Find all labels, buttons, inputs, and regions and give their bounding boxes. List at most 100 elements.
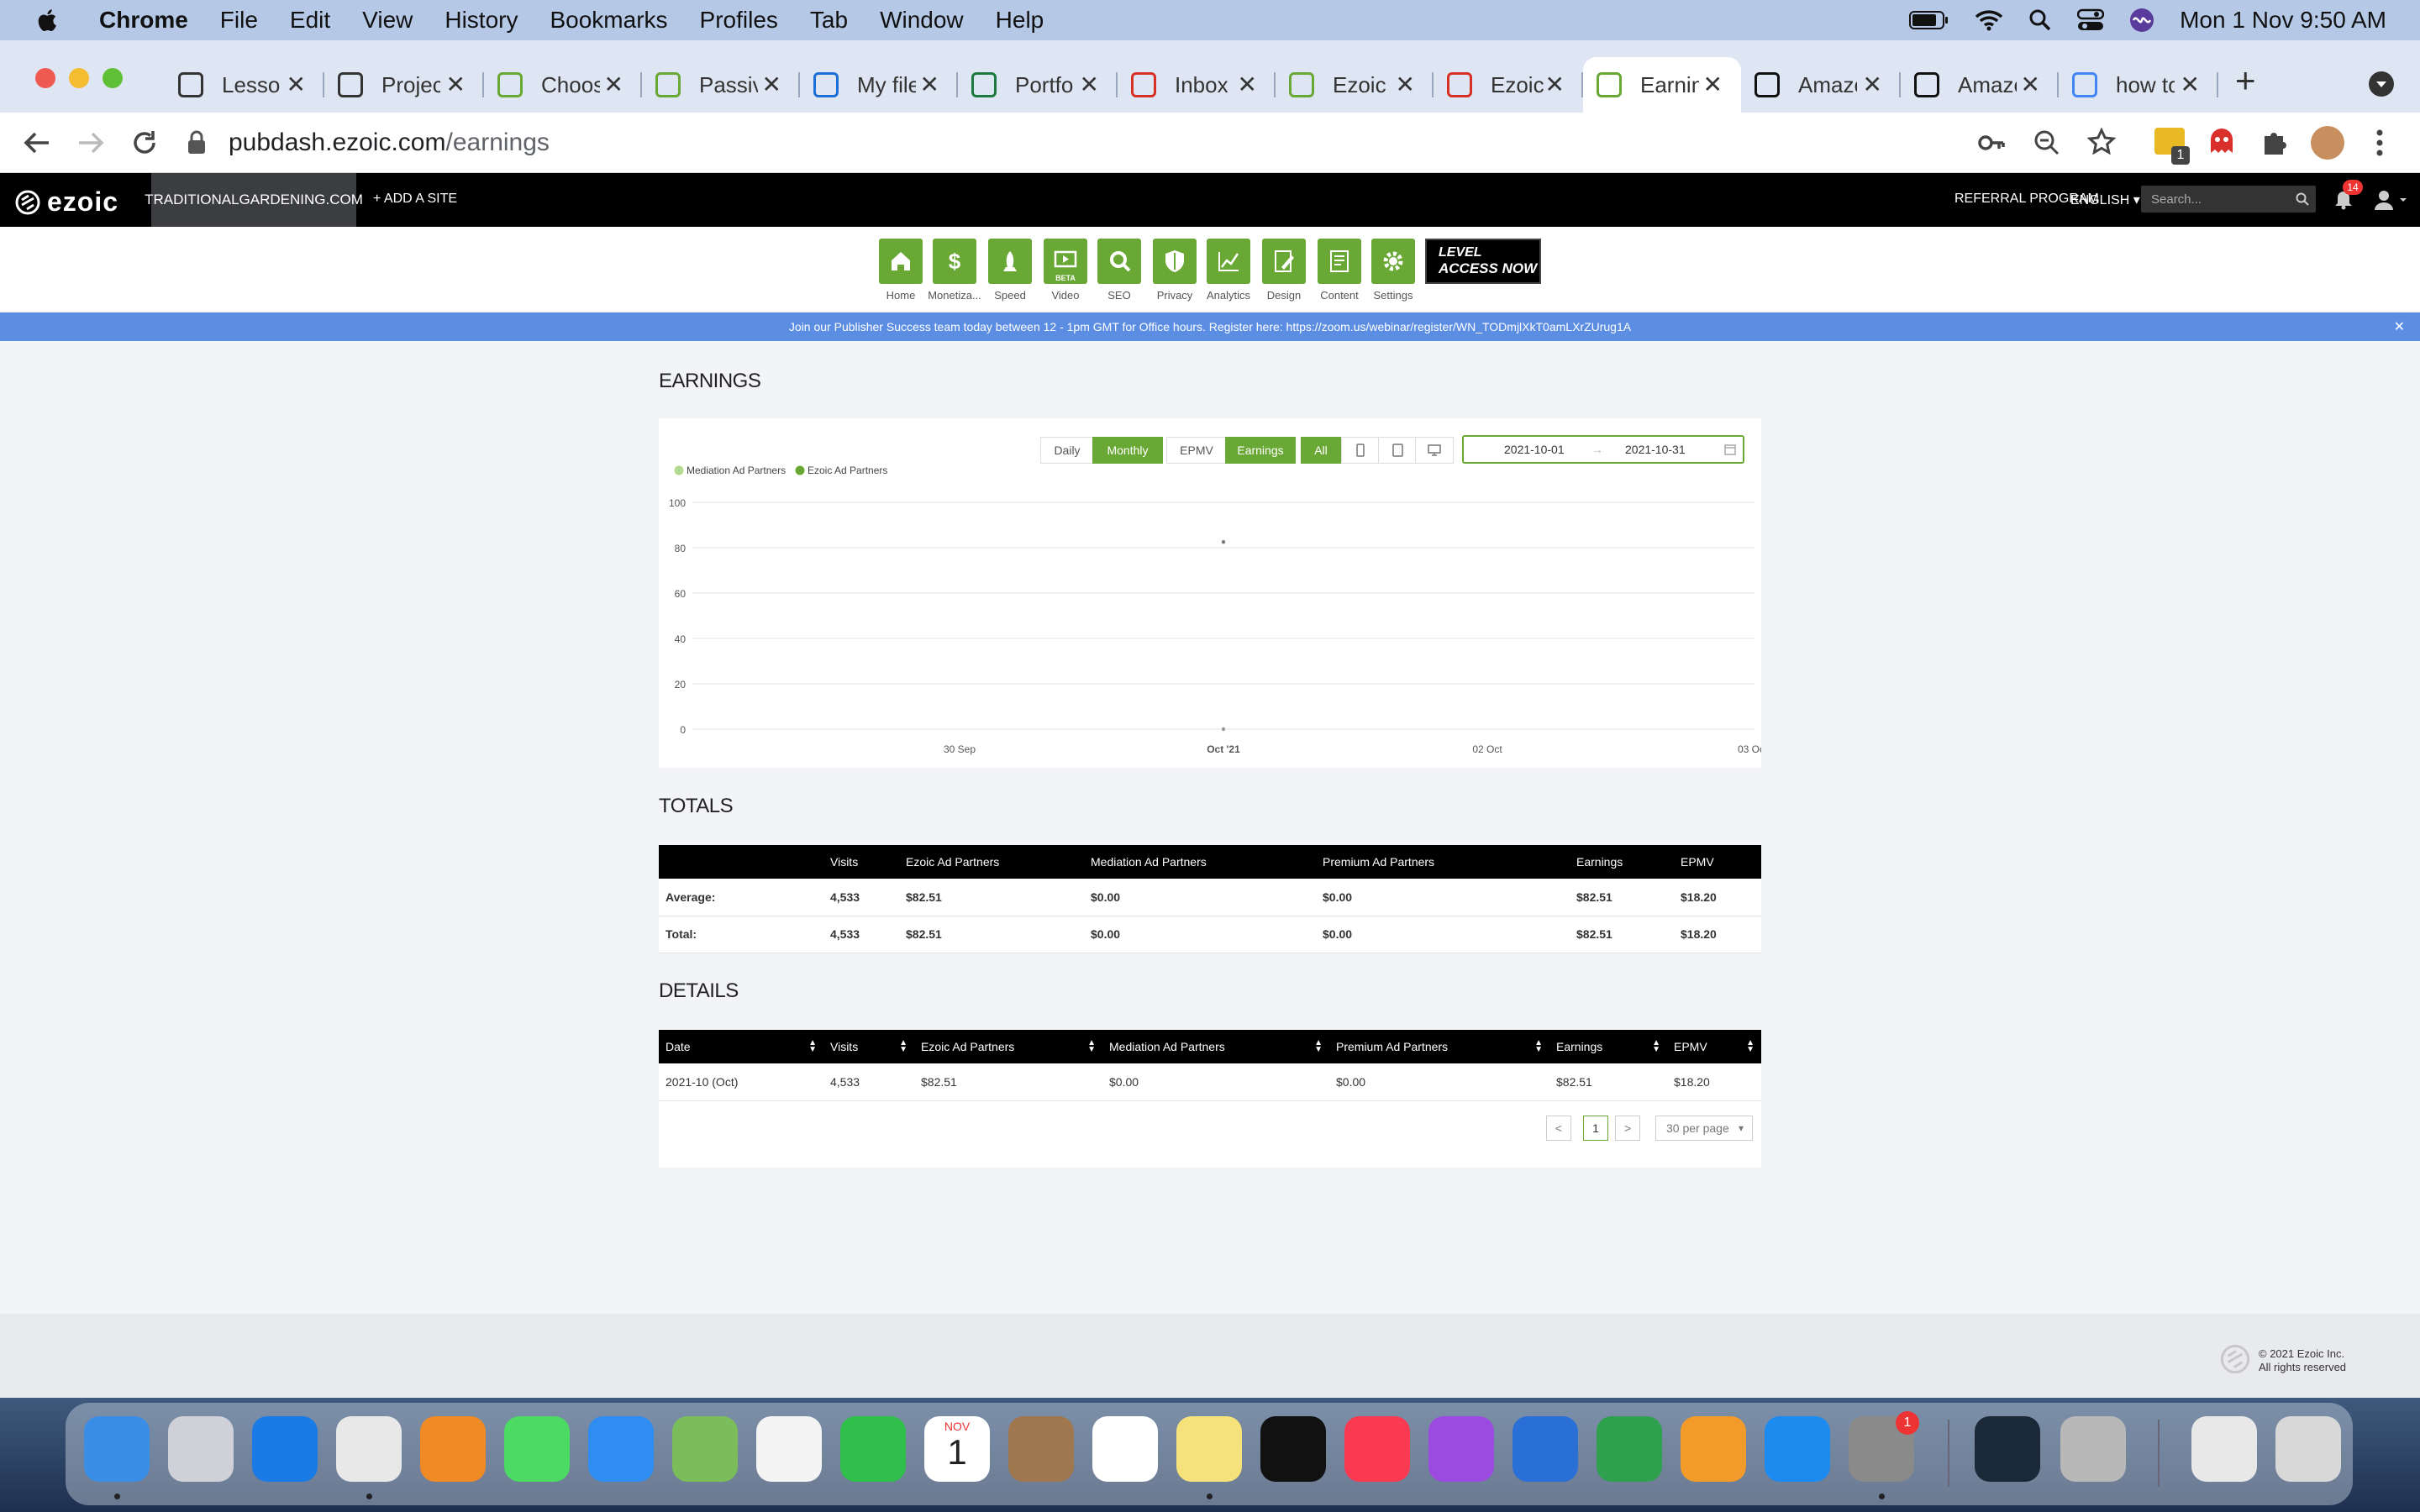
tab-close-icon[interactable]: ✕ (446, 72, 466, 97)
ezoic-logo[interactable]: ezoic (15, 186, 118, 218)
menu-app-name[interactable]: Chrome (99, 7, 188, 34)
browser-tab[interactable]: Inbox ✕ (1118, 57, 1276, 113)
dock-trash-icon[interactable] (2275, 1416, 2341, 1482)
sort-arrows-icon[interactable]: ▲ ▼ (899, 1039, 908, 1054)
extension-ghost-icon[interactable] (2208, 128, 2235, 156)
spotlight-search-icon[interactable] (2028, 8, 2052, 32)
legend-label[interactable]: Mediation Ad Partners (687, 465, 786, 476)
magnifier-nav-button[interactable] (1097, 239, 1141, 284)
dock-tv-icon[interactable] (1260, 1416, 1326, 1482)
sort-arrows-icon[interactable]: ▲ ▼ (808, 1039, 817, 1054)
pagination-prev-button[interactable]: < (1546, 1116, 1571, 1141)
sort-arrows-icon[interactable]: ▲ ▼ (1746, 1039, 1754, 1054)
banner-text[interactable]: Join our Publisher Success team today be… (789, 320, 1631, 333)
content-nav-button[interactable] (1318, 239, 1361, 284)
sort-arrows-icon[interactable]: ▲ ▼ (1087, 1039, 1096, 1054)
browser-tab[interactable]: My files✕ (800, 57, 958, 113)
menu-edit[interactable]: Edit (290, 7, 330, 34)
tab-close-icon[interactable]: ✕ (762, 72, 781, 97)
dock-numbers-icon[interactable] (1597, 1416, 1662, 1482)
tab-search-icon[interactable] (2368, 71, 2395, 97)
dock-finder-icon[interactable] (84, 1416, 150, 1482)
dock-chrome-icon[interactable] (336, 1416, 402, 1482)
lock-icon[interactable] (187, 130, 207, 155)
sort-arrows-icon[interactable]: ▲ ▼ (1652, 1039, 1660, 1054)
column-header[interactable]: Ezoic Ad Partners ▲ ▼ (914, 1030, 1102, 1063)
banner-close-icon[interactable]: ✕ (2394, 318, 2405, 335)
tab-close-icon[interactable]: ✕ (920, 72, 939, 97)
language-selector[interactable]: ENGLISH ▾ (2070, 192, 2140, 208)
reload-icon[interactable] (129, 128, 160, 158)
dock-maps-icon[interactable] (672, 1416, 738, 1482)
browser-tab[interactable]: Portfolio✕ (958, 57, 1118, 113)
password-key-icon[interactable] (1978, 131, 2005, 155)
browser-tab[interactable]: Ezoic ✕ (1276, 57, 1434, 113)
browser-tab[interactable]: Earnings✕ (1583, 57, 1741, 113)
menu-profiles[interactable]: Profiles (700, 7, 778, 34)
tab-close-icon[interactable]: ✕ (1863, 72, 1882, 97)
column-header[interactable]: Earnings ▲ ▼ (1549, 1030, 1667, 1063)
control-center-icon[interactable] (2077, 8, 2105, 32)
dollar-nav-button[interactable]: $ (933, 239, 976, 284)
battery-icon[interactable] (1909, 10, 1949, 30)
zoom-out-icon[interactable] (2033, 129, 2060, 156)
dock-contacts-icon[interactable] (1008, 1416, 1074, 1482)
address-bar[interactable]: pubdash.ezoic.com/earnings (187, 120, 2035, 165)
sort-arrows-icon[interactable]: ▲ ▼ (1534, 1039, 1543, 1054)
dock-facetime-icon[interactable] (840, 1416, 906, 1482)
menu-clock[interactable]: Mon 1 Nov 9:50 AM (2180, 7, 2386, 34)
browser-tab[interactable]: Projects✕ (324, 57, 484, 113)
column-header[interactable]: EPMV ▲ ▼ (1667, 1030, 1761, 1063)
new-tab-button[interactable]: + (2235, 63, 2256, 98)
design-nav-button[interactable] (1262, 239, 1306, 284)
menu-view[interactable]: View (362, 7, 413, 34)
chrome-menu-icon[interactable] (2375, 128, 2385, 158)
menu-help[interactable]: Help (996, 7, 1044, 34)
forward-arrow-icon[interactable] (76, 129, 106, 156)
dock-documents-icon[interactable] (2191, 1416, 2257, 1482)
dock-music-icon[interactable] (1344, 1416, 1410, 1482)
dock-pages-icon[interactable] (1681, 1416, 1746, 1482)
dock-system-preferences-icon[interactable]: 1 (1849, 1411, 1919, 1482)
wifi-icon[interactable] (1975, 9, 2003, 31)
dock-app-store-icon[interactable] (1765, 1416, 1830, 1482)
menu-history[interactable]: History (445, 7, 518, 34)
bookmark-star-icon[interactable] (2087, 128, 2116, 156)
column-header[interactable]: Premium Ad Partners ▲ ▼ (1329, 1030, 1549, 1063)
dock-calendar-icon[interactable]: NOV 1 (924, 1416, 990, 1482)
browser-tab[interactable]: Ezoic ✕ (1434, 57, 1583, 113)
pagination-page-1[interactable]: 1 (1583, 1116, 1608, 1141)
window-zoom-button[interactable] (103, 68, 123, 88)
column-header[interactable]: Visits ▲ ▼ (823, 1030, 914, 1063)
tab-close-icon[interactable]: ✕ (287, 72, 306, 97)
column-header[interactable]: Date ▲ ▼ (659, 1030, 823, 1063)
level-access-now-button[interactable]: LEVEL ACCESS NOW (1425, 239, 1541, 284)
dock-messages-icon[interactable] (504, 1416, 570, 1482)
browser-tab[interactable]: Passive✕ (642, 57, 800, 113)
line-chart-nav-button[interactable] (1207, 239, 1250, 284)
apple-logo-icon[interactable] (34, 5, 62, 35)
window-close-button[interactable] (35, 68, 55, 88)
add-site-link[interactable]: + ADD A SITE (373, 192, 457, 207)
sort-arrows-icon[interactable]: ▲ ▼ (1314, 1039, 1323, 1054)
browser-tab[interactable]: Amazon✕ (1901, 57, 2059, 113)
ezoic-search-input[interactable]: Search... (2141, 186, 2316, 213)
menu-window[interactable]: Window (880, 7, 964, 34)
rocket-nav-button[interactable] (988, 239, 1032, 284)
shield-nav-button[interactable] (1153, 239, 1197, 284)
browser-tab[interactable]: Choose✕ (484, 57, 642, 113)
menu-file[interactable]: File (220, 7, 258, 34)
pagination-next-button[interactable]: > (1615, 1116, 1640, 1141)
site-selector[interactable]: TRADITIONALGARDENING.COM (145, 173, 363, 227)
dock-firefox-icon[interactable] (420, 1416, 486, 1482)
browser-tab[interactable]: Lessons✕ (165, 57, 324, 113)
window-minimize-button[interactable] (69, 68, 89, 88)
profile-avatar[interactable] (2311, 126, 2344, 160)
tab-close-icon[interactable]: ✕ (1396, 72, 1415, 97)
search-icon[interactable] (2296, 192, 2309, 206)
tab-close-icon[interactable]: ✕ (1703, 72, 1723, 97)
menu-bookmarks[interactable]: Bookmarks (550, 7, 667, 34)
tab-close-icon[interactable]: ✕ (604, 72, 623, 97)
gear-nav-button[interactable] (1371, 239, 1415, 284)
dock-safari-icon[interactable] (252, 1416, 318, 1482)
